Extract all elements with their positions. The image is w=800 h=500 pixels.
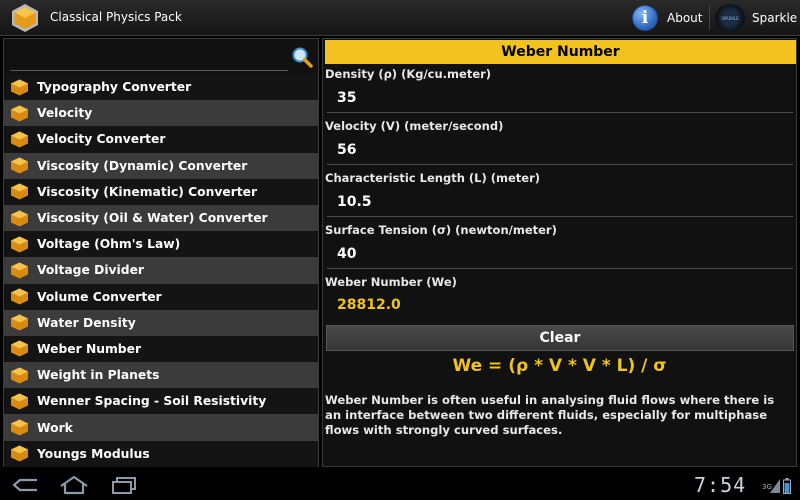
length-label: Characteristic Length (L) (meter) (325, 171, 540, 185)
search-icon[interactable] (291, 46, 313, 68)
velocity-label: Velocity (V) (meter/second) (325, 119, 504, 133)
list-item[interactable]: Voltage Divider (4, 257, 318, 284)
calculator-list-panel: Typography Converter Velocity Velocity Con… (3, 38, 319, 467)
list-item-label: Viscosity (Kinematic) Converter (37, 184, 258, 199)
list-item-label: Weight in Planets (37, 368, 160, 383)
list-item-label: Viscosity (Oil & Water) Converter (37, 211, 268, 226)
list-item[interactable]: Work (4, 414, 318, 441)
description: Weber Number is often useful in analysin… (325, 393, 775, 437)
list-item-label: Velocity (37, 106, 93, 121)
list-item-label: Wenner Spacing - Soil Resistivity (37, 394, 267, 409)
hexagon-icon (11, 157, 28, 174)
signal-icon (770, 479, 780, 493)
list-item[interactable]: Voltage (Ohm's Law) (4, 231, 318, 258)
list-item-label: Voltage (Ohm's Law) (37, 237, 181, 252)
hexagon-icon (11, 314, 28, 331)
list-item-label: Youngs Modulus (37, 446, 150, 461)
hexagon-icon (11, 183, 28, 200)
list-item-label: Water Density (37, 315, 136, 330)
list-item[interactable]: Weber Number (4, 335, 318, 363)
sparkle-logo-icon: SPARKLE (715, 4, 745, 32)
hexagon-icon (11, 340, 28, 357)
hexagon-icon (11, 419, 28, 436)
hexagon-icon (11, 105, 28, 122)
system-bar: 7:54 3G (0, 470, 800, 500)
hexagon-icon (11, 236, 28, 253)
battery-icon (783, 478, 791, 494)
list-item-label: Voltage Divider (37, 263, 144, 278)
list-item[interactable]: Viscosity (Dynamic) Converter (4, 152, 318, 179)
info-icon: i (632, 5, 658, 31)
hexagon-icon (11, 210, 28, 227)
list-item[interactable]: Typography Converter (4, 74, 318, 101)
calculator-list: Typography Converter Velocity Velocity Con… (4, 74, 318, 467)
sparkle-label: Sparkle (752, 11, 798, 25)
velocity-input[interactable] (327, 135, 793, 165)
search-box (10, 43, 288, 71)
formula: We = (ρ * V * V * L) / σ (452, 356, 667, 376)
result-value: 28812.0 (337, 297, 401, 313)
about-button[interactable]: i About (632, 4, 702, 32)
list-item[interactable]: Velocity Converter (4, 126, 318, 153)
list-item-label: Volume Converter (37, 289, 162, 304)
list-item-label: Work (37, 420, 73, 435)
list-item[interactable]: Youngs Modulus (4, 440, 318, 467)
hexagon-icon (11, 79, 28, 96)
calculator-title: Weber Number (325, 40, 796, 64)
list-item-label: Typography Converter (37, 80, 192, 95)
surface-tension-label: Surface Tension (σ) (newton/meter) (325, 223, 557, 237)
list-item[interactable]: Viscosity (Oil & Water) Converter (4, 204, 318, 232)
search-input[interactable] (10, 43, 288, 70)
list-item-label: Velocity Converter (37, 132, 166, 147)
app-title: Classical Physics Pack (50, 10, 182, 24)
hexagon-icon (11, 367, 28, 384)
list-item[interactable]: Velocity (4, 100, 318, 127)
result-label: Weber Number (We) (325, 275, 457, 289)
recent-apps-icon[interactable] (110, 474, 138, 496)
about-label: About (667, 11, 703, 25)
list-item[interactable]: Wenner Spacing - Soil Resistivity (4, 388, 318, 415)
density-input[interactable] (327, 83, 793, 113)
hexagon-icon (11, 131, 28, 148)
list-item-label: Weber Number (37, 341, 142, 356)
hexagon-icon (11, 393, 28, 410)
length-input[interactable] (327, 187, 793, 217)
clock: 7:54 (694, 473, 747, 497)
hexagon-icon (11, 262, 28, 279)
divider (709, 6, 710, 30)
list-item-label: Viscosity (Dynamic) Converter (37, 158, 248, 173)
surface-tension-input[interactable] (327, 239, 793, 269)
clear-button[interactable]: Clear (326, 325, 794, 351)
hexagon-icon (11, 445, 28, 462)
list-item[interactable]: Viscosity (Kinematic) Converter (4, 178, 318, 205)
action-bar: Classical Physics Pack i About SPARKLE S… (0, 0, 800, 36)
list-item[interactable]: Water Density (4, 309, 318, 336)
sparkle-button[interactable]: SPARKLE Sparkle (715, 4, 797, 32)
calculator-panel: Weber Number Density (ρ) (Kg/cu.meter) V… (322, 38, 797, 467)
back-icon[interactable] (10, 474, 40, 496)
home-icon[interactable] (58, 474, 90, 496)
list-item[interactable]: Weight in Planets (4, 362, 318, 389)
hexagon-logo-icon[interactable] (10, 3, 40, 33)
list-item[interactable]: Volume Converter (4, 283, 318, 310)
density-label: Density (ρ) (Kg/cu.meter) (325, 67, 492, 81)
hexagon-icon (11, 288, 28, 305)
